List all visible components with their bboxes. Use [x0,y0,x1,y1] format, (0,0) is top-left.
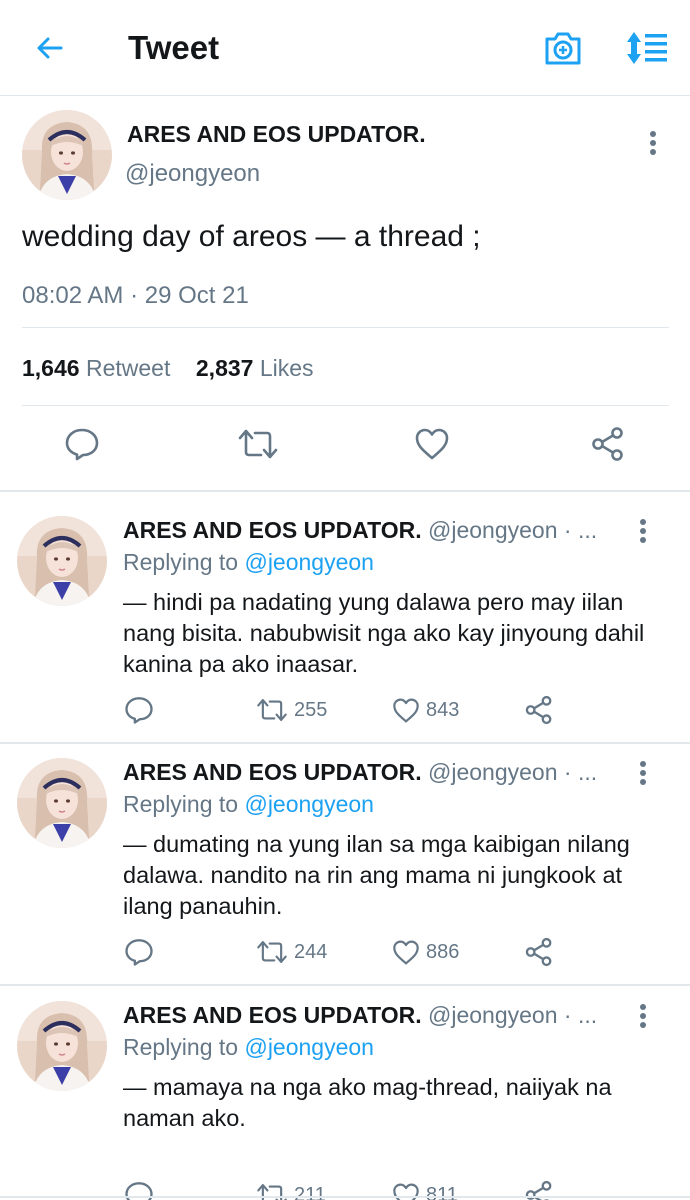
avatar[interactable] [17,758,107,848]
page-title: Tweet [128,29,220,66]
replying-to: Replying to @jeongyeon [123,549,374,576]
tweet-timestamp: 08:02 AM · 29 Oct 21 [22,282,249,309]
reply-button[interactable] [124,694,154,726]
like-button[interactable] [410,422,454,466]
author-name[interactable]: ARES AND EOS UPDATOR. [123,517,422,543]
reply-actions: 244 886 [0,936,690,972]
like-count: 843 [426,698,460,721]
more-vertical-icon [640,761,646,785]
author-handle[interactable]: @jeongyeon [125,160,260,188]
tweet-stats: 1,646 Retweet 2,837 Likes [22,355,314,382]
share-icon [592,427,623,461]
reply-text: — mamaya na nga ako mag-thread, naiiyak … [123,1074,612,1131]
reply-text: — hindi pa nadating yung dalawa pero may… [123,589,645,677]
like-count: 2,837 [195,355,254,381]
replying-label: Replying to [123,549,239,575]
divider [22,405,669,406]
reply-tweet[interactable]: ARES AND EOS UPDATOR. @jeongyeon · ... R… [0,977,690,1200]
reply-header: ARES AND EOS UPDATOR. @jeongyeon · ... [123,1002,597,1029]
retweet-label: Retweet [85,355,171,381]
retweet-count: 244 [294,940,328,963]
camera-button[interactable] [542,27,584,69]
tweet-text: wedding day of areos — a thread ; [22,220,481,253]
mention-link[interactable]: @jeongyeon [244,791,374,817]
replying-to: Replying to @jeongyeon [123,1034,374,1061]
reply-text: — dumating na yung ilan sa mga kaibigan … [123,831,630,919]
more-vertical-icon [650,131,656,155]
more-vertical-icon [640,519,646,543]
arrow-left-icon [37,37,63,59]
avatar[interactable] [17,1001,107,1091]
camera-plus-icon [545,32,581,65]
retweet-icon [238,429,278,459]
reply-tweet[interactable]: ARES AND EOS UPDATOR. @jeongyeon · ... R… [0,734,690,976]
divider [0,1196,690,1198]
reply-icon [125,939,153,966]
reply-icon [125,697,153,724]
divider [22,327,669,328]
share-button[interactable] [524,694,554,726]
retweet-stat[interactable]: 1,646 Retweet [22,355,170,381]
author-handle[interactable]: @jeongyeon · ... [428,517,597,543]
author-handle[interactable]: @jeongyeon · ... [428,1002,597,1028]
heart-icon [393,698,419,722]
heart-icon [393,940,419,964]
sort-list-icon [627,32,667,64]
like-count: 886 [426,940,460,963]
reply-tweet[interactable]: ARES AND EOS UPDATOR. @jeongyeon · ... R… [0,492,690,734]
avatar[interactable] [22,110,112,200]
author-name[interactable]: ARES AND EOS UPDATOR. [123,759,422,785]
more-options-button[interactable] [626,516,660,546]
heart-icon [415,428,449,460]
more-vertical-icon [640,1004,646,1028]
author-name[interactable]: ARES AND EOS UPDATOR. [127,121,426,148]
more-options-button[interactable] [626,1001,660,1031]
replying-label: Replying to [123,791,239,817]
share-icon [525,937,552,967]
retweet-icon [257,699,287,721]
reply-icon [65,428,99,461]
author-name[interactable]: ARES AND EOS UPDATOR. [123,1002,422,1028]
mention-link[interactable]: @jeongyeon [244,549,374,575]
like-label: Likes [259,355,314,381]
share-icon [525,695,552,725]
reply-actions: 255 843 [0,694,690,730]
reply-header: ARES AND EOS UPDATOR. @jeongyeon · ... [123,759,597,786]
tweet-actions [0,422,690,472]
share-button[interactable] [586,422,630,466]
more-options-button[interactable] [636,125,670,161]
retweet-button[interactable] [236,422,280,466]
retweet-count: 255 [294,698,328,721]
top-bar: Tweet [0,0,690,96]
like-button[interactable]: 886 [392,936,459,968]
share-button[interactable] [524,936,554,968]
replying-label: Replying to [123,1034,239,1060]
reply-button[interactable] [60,422,104,466]
retweet-count: 1,646 [22,355,80,381]
retweet-icon [257,941,287,963]
avatar[interactable] [17,516,107,606]
back-button[interactable] [30,28,70,68]
retweet-button[interactable]: 244 [256,936,327,968]
replying-to: Replying to @jeongyeon [123,791,374,818]
reply-header: ARES AND EOS UPDATOR. @jeongyeon · ... [123,517,597,544]
reply-button[interactable] [124,936,154,968]
retweet-button[interactable]: 255 [256,694,327,726]
author-handle[interactable]: @jeongyeon · ... [428,759,597,785]
mention-link[interactable]: @jeongyeon [244,1034,374,1060]
more-options-button[interactable] [626,758,660,788]
like-button[interactable]: 843 [392,694,459,726]
sort-button[interactable] [622,26,670,70]
like-stat[interactable]: 2,837 Likes [196,355,314,381]
